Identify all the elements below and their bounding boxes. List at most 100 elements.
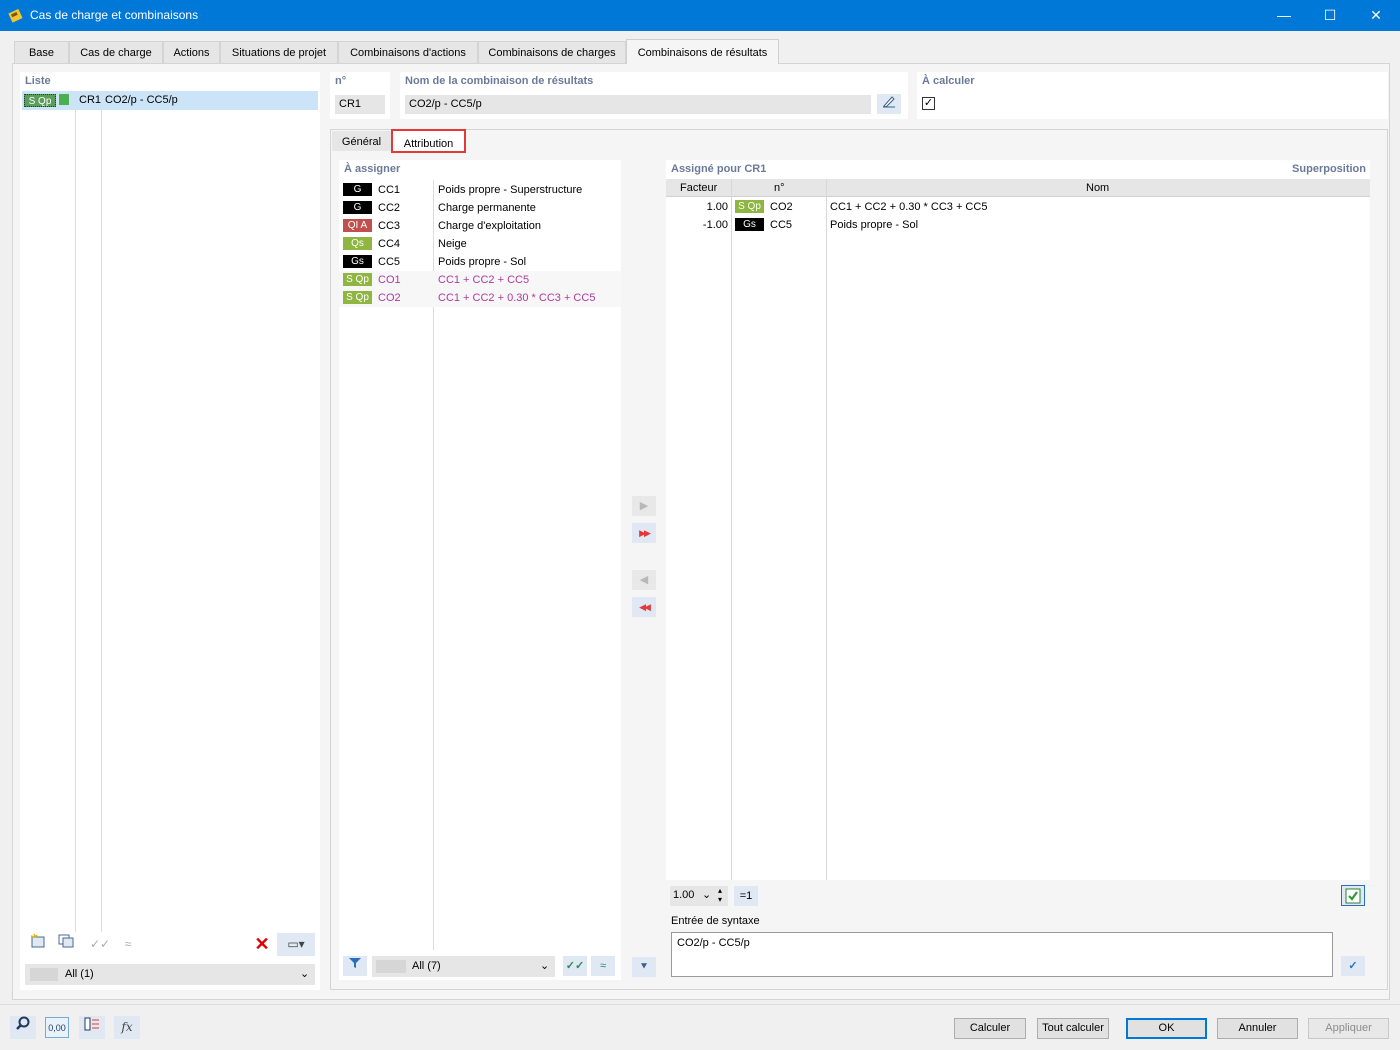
- load-id: CC2: [378, 202, 401, 214]
- tab-situations-de-projet[interactable]: Situations de projet: [220, 41, 338, 63]
- name-field[interactable]: CO2/p - CC5/p: [405, 95, 871, 114]
- list-panel: Liste S Qp CR1 CO2/p - CC5/p ✓✓ ≈ ✕ ▭▾ A…: [20, 72, 320, 990]
- to-assign-row[interactable]: G CC2 Charge permanente: [339, 199, 621, 217]
- title-bar[interactable]: Cas de charge et combinaisons — ☐ ✕: [0, 0, 1400, 31]
- filter-icon[interactable]: [343, 956, 367, 976]
- list-item-id: CR1: [79, 94, 102, 106]
- copy-item-icon[interactable]: [53, 933, 79, 956]
- new-item-icon[interactable]: [25, 933, 51, 956]
- load-type-badge: G: [343, 183, 372, 196]
- delete-icon[interactable]: ✕: [249, 933, 275, 956]
- minimize-button[interactable]: —: [1261, 0, 1307, 31]
- check-all-icon[interactable]: ✓✓: [87, 933, 113, 956]
- load-type-badge: Qs: [343, 237, 372, 250]
- load-name: CC1 + CC2 + 0.30 * CC3 + CC5: [830, 201, 988, 213]
- load-type-badge: Gs: [343, 255, 372, 268]
- tab-general[interactable]: Général: [332, 131, 391, 151]
- syntax-input[interactable]: CO2/p - CC5/p: [671, 932, 1333, 977]
- maximize-button[interactable]: ☐: [1307, 0, 1353, 31]
- deselect-all-icon[interactable]: ≈: [591, 956, 615, 976]
- calc-panel: À calculer ✓: [917, 72, 1388, 119]
- assigned-header: Assigné pour CR1: [671, 163, 767, 175]
- tab-actions[interactable]: Actions: [163, 41, 220, 63]
- load-id: CO1: [378, 274, 401, 286]
- formula-icon[interactable]: fx: [114, 1016, 140, 1039]
- load-id: CC4: [378, 238, 401, 250]
- tab-attribution[interactable]: Attribution: [391, 129, 466, 153]
- calc-checkbox[interactable]: ✓: [922, 97, 935, 110]
- name-label: Nom de la combinaison de résultats: [405, 75, 594, 87]
- model-info-icon[interactable]: [79, 1016, 105, 1039]
- assigned-row[interactable]: 1.00 S Qp CO2 CC1 + CC2 + 0.30 * CC3 + CC5: [666, 198, 1370, 216]
- add-all-button[interactable]: ▶▶: [632, 523, 656, 543]
- factor-select[interactable]: 1.00 ⌄ ▴ ▾: [670, 886, 728, 906]
- list-filter-value: All (1): [65, 968, 94, 980]
- to-assign-row[interactable]: Qs CC4 Neige: [339, 235, 621, 253]
- to-assign-filter-select[interactable]: All (7) ⌄: [372, 956, 555, 977]
- remove-all-button[interactable]: ◀◀: [632, 597, 656, 617]
- select-all-icon[interactable]: ✓✓: [563, 956, 587, 976]
- load-id: CC3: [378, 220, 401, 232]
- load-id: CC5: [378, 256, 401, 268]
- move-down-button[interactable]: ⯆: [632, 957, 656, 977]
- load-name: Charge d'exploitation: [438, 220, 542, 232]
- load-type-badge: G: [343, 201, 372, 214]
- to-assign-row[interactable]: G CC1 Poids propre - Superstructure: [339, 181, 621, 199]
- load-name: Neige: [438, 238, 467, 250]
- to-assign-panel: À assigner G CC1 Poids propre - Superstruc…: [339, 160, 621, 980]
- close-window-button[interactable]: ✕: [1353, 0, 1399, 31]
- load-type-badge: S Qp: [735, 200, 764, 213]
- factor-value: -1.00: [702, 219, 728, 231]
- chevron-down-icon: ⌄: [702, 889, 712, 901]
- set-factor-one-button[interactable]: =1: [734, 886, 758, 906]
- appliquer-button[interactable]: Appliquer: [1308, 1018, 1389, 1039]
- edit-name-icon[interactable]: [877, 94, 901, 114]
- apply-syntax-icon[interactable]: ✓: [1341, 956, 1365, 976]
- to-assign-filter-value: All (7): [412, 960, 441, 972]
- number-field[interactable]: CR1: [335, 95, 385, 114]
- validate-checkbox-icon[interactable]: [1341, 885, 1365, 906]
- to-assign-row[interactable]: S Qp CO1 CC1 + CC2 + CC5: [339, 271, 621, 289]
- tab-combinaisons-charges[interactable]: Combinaisons de charges: [478, 41, 626, 63]
- to-assign-row[interactable]: S Qp CO2 CC1 + CC2 + 0.30 * CC3 + CC5: [339, 289, 621, 307]
- tab-base[interactable]: Base: [14, 41, 69, 63]
- list-divider: [101, 110, 102, 932]
- tab-combinaisons-resultats[interactable]: Combinaisons de résultats: [626, 39, 779, 64]
- spinner-icon[interactable]: ▴ ▾: [718, 886, 722, 904]
- units-icon[interactable]: 0,00: [45, 1017, 69, 1038]
- ok-button[interactable]: OK: [1126, 1018, 1207, 1039]
- load-id: CC1: [378, 184, 401, 196]
- load-name: Poids propre - Sol: [438, 256, 527, 268]
- load-name: Charge permanente: [438, 202, 536, 214]
- filter-color-swatch: [30, 968, 58, 981]
- chevron-down-icon: ⌄: [540, 960, 550, 972]
- load-name: Poids propre - Sol: [830, 219, 919, 231]
- chevron-down-icon: ⌄: [300, 968, 310, 980]
- load-type-badge: S Qp: [343, 291, 372, 304]
- to-assign-row[interactable]: QI A CC3 Charge d'exploitation: [339, 217, 621, 235]
- assigned-divider: [731, 179, 732, 880]
- add-one-button[interactable]: ▶: [632, 496, 656, 516]
- calculer-button[interactable]: Calculer: [954, 1018, 1026, 1039]
- app-icon: [8, 8, 23, 23]
- syntax-label: Entrée de syntaxe: [671, 915, 760, 927]
- tab-combinaisons-actions[interactable]: Combinaisons d'actions: [338, 41, 478, 63]
- view-options-icon[interactable]: ▭▾: [277, 933, 315, 956]
- remove-one-button[interactable]: ◀: [632, 570, 656, 590]
- list-item-badge: S Qp: [24, 94, 56, 107]
- tab-cas-de-charge[interactable]: Cas de charge: [69, 41, 163, 63]
- load-id: CO2: [378, 292, 401, 304]
- annuler-button[interactable]: Annuler: [1217, 1018, 1298, 1039]
- search-icon[interactable]: [10, 1016, 36, 1039]
- assigned-row[interactable]: -1.00 Gs CC5 Poids propre - Sol: [666, 216, 1370, 234]
- number-panel: n° CR1: [330, 72, 390, 119]
- to-assign-header: À assigner: [344, 163, 401, 175]
- list-filter-select[interactable]: All (1) ⌄: [25, 964, 315, 985]
- tout-calculer-button[interactable]: Tout calculer: [1037, 1018, 1109, 1039]
- number-label: n°: [335, 75, 347, 87]
- load-id: CO2: [770, 201, 793, 213]
- to-assign-row[interactable]: Gs CC5 Poids propre - Sol: [339, 253, 621, 271]
- uncheck-all-icon[interactable]: ≈: [115, 933, 141, 956]
- list-item[interactable]: S Qp CR1 CO2/p - CC5/p: [22, 91, 318, 110]
- factor-select-value: 1.00: [673, 889, 695, 901]
